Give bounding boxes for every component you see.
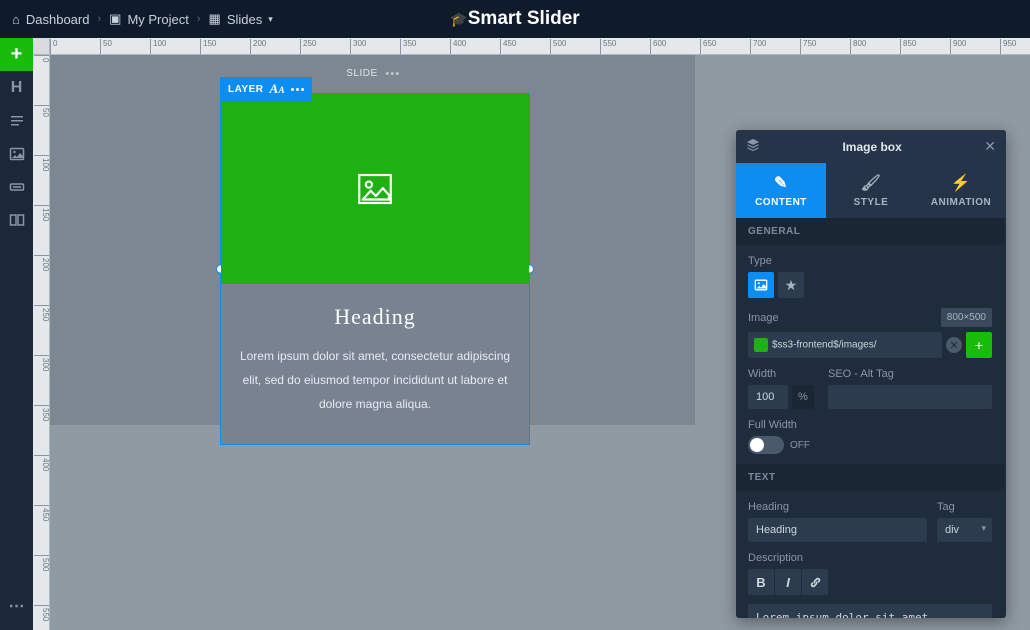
image-path-text: $ss3-frontend$/images/ <box>772 340 877 351</box>
tab-style-label: STYLE <box>854 197 889 208</box>
imagebox-description[interactable]: Lorem ipsum dolor sit amet, consectetur … <box>239 344 511 416</box>
grid-icon: ▦ <box>209 11 221 27</box>
tag-label: Tag <box>937 501 992 513</box>
bolt-icon: ⚡ <box>951 173 971 193</box>
section-general: Type ★ Image 800×500 $ss3-frontend$/imag… <box>736 245 1004 464</box>
logo: 🎓 Smart Slider <box>450 8 579 30</box>
type-label: Type <box>748 255 808 267</box>
tab-content-label: CONTENT <box>755 197 807 208</box>
link-button[interactable] <box>802 569 828 595</box>
image-icon: ▣ <box>109 11 121 27</box>
breadcrumb-dashboard-label: Dashboard <box>26 12 90 27</box>
ruler-corner <box>33 38 50 55</box>
panel-body[interactable]: GENERAL Type ★ Image 800×500 $ss3-fronte… <box>736 218 1006 618</box>
type-image-button[interactable] <box>748 272 774 298</box>
imagebox-image-area[interactable] <box>221 94 529 284</box>
close-icon[interactable]: ✕ <box>984 138 996 155</box>
breadcrumb-project-label: My Project <box>127 12 188 27</box>
link-icon <box>809 576 822 589</box>
text-lines-icon <box>9 113 25 129</box>
text-style-icon[interactable]: AA <box>269 81 285 97</box>
breadcrumb: ⌂ Dashboard › ▣ My Project › ▦ Slides ▾ <box>12 11 273 27</box>
graduation-cap-icon: 🎓 <box>450 11 467 28</box>
caret-down-icon: ▾ <box>268 14 273 25</box>
ruler-vertical: 050100150200250300350400450500550 <box>33 55 50 630</box>
tab-style[interactable]: 🖌 STYLE <box>826 163 916 218</box>
image-icon <box>754 278 768 292</box>
layer-tag[interactable]: LAYER AA <box>220 77 312 101</box>
tab-content[interactable]: ✎ CONTENT <box>736 163 826 218</box>
fullwidth-state: OFF <box>790 440 810 451</box>
pencil-icon: ✎ <box>774 173 788 193</box>
more-icon[interactable] <box>386 72 399 75</box>
text-tool[interactable] <box>0 104 33 137</box>
slide-canvas[interactable]: SLIDE LAYER AA Heading Lorem ipsum dolor… <box>50 55 695 425</box>
imagebox-heading[interactable]: Heading <box>239 304 511 330</box>
button-tool[interactable] <box>0 170 33 203</box>
breadcrumb-dashboard[interactable]: ⌂ Dashboard <box>12 12 89 27</box>
chevron-right-icon: › <box>97 13 101 25</box>
breadcrumb-slides-label: Slides <box>227 12 262 27</box>
section-general-head: GENERAL <box>736 218 1004 245</box>
slide-label-text: SLIDE <box>346 68 377 79</box>
topbar: ⌂ Dashboard › ▣ My Project › ▦ Slides ▾ … <box>0 0 1030 38</box>
home-icon: ⌂ <box>12 12 20 27</box>
bold-button[interactable]: B <box>748 569 774 595</box>
more-button[interactable]: ⋯ <box>0 589 33 622</box>
button-icon <box>9 179 25 195</box>
columns-icon <box>9 212 25 228</box>
italic-button[interactable]: I <box>775 569 801 595</box>
imagebox-text-area[interactable]: Heading Lorem ipsum dolor sit amet, cons… <box>221 284 529 444</box>
seo-label: SEO - Alt Tag <box>828 368 992 380</box>
fullwidth-toggle[interactable] <box>748 436 784 454</box>
image-placeholder-icon <box>354 168 396 210</box>
section-text: Heading Tag div ▾ Description B I <box>736 491 1004 618</box>
logo-text: Smart Slider <box>468 8 580 30</box>
layers-icon[interactable] <box>746 138 760 155</box>
heading-label: Heading <box>748 501 927 513</box>
heading-input[interactable] <box>748 518 927 542</box>
paint-icon: 🖌 <box>861 173 882 193</box>
clear-image-button[interactable]: ✕ <box>946 337 962 353</box>
seo-input[interactable] <box>828 385 992 409</box>
row-tool[interactable] <box>0 203 33 236</box>
heading-tool[interactable]: H <box>0 71 33 104</box>
image-dimensions: 800×500 <box>941 308 992 327</box>
color-swatch <box>754 338 768 352</box>
slide-label[interactable]: SLIDE <box>336 65 408 82</box>
imagebox-layer[interactable]: Heading Lorem ipsum dolor sit amet, cons… <box>220 93 530 445</box>
chevron-right-icon: › <box>197 13 201 25</box>
breadcrumb-slides[interactable]: ▦ Slides ▾ <box>209 11 273 27</box>
image-path-input[interactable]: $ss3-frontend$/images/ <box>748 332 942 358</box>
width-label: Width <box>748 368 818 380</box>
tab-animation-label: ANIMATION <box>931 197 991 208</box>
add-image-button[interactable]: + <box>966 332 992 358</box>
image-tool[interactable] <box>0 137 33 170</box>
section-text-head: TEXT <box>736 464 1004 491</box>
width-unit[interactable]: % <box>792 385 814 409</box>
breadcrumb-project[interactable]: ▣ My Project <box>109 11 189 27</box>
add-button[interactable]: + <box>0 38 33 71</box>
rte-toolbar: B I <box>748 569 992 595</box>
image-label: Image <box>748 312 779 324</box>
type-icon-button[interactable]: ★ <box>778 272 804 298</box>
description-label: Description <box>748 552 992 564</box>
panel-tabs: ✎ CONTENT 🖌 STYLE ⚡ ANIMATION <box>736 163 1006 218</box>
more-icon[interactable] <box>291 88 304 91</box>
ruler-horizontal: 0501001502002503003504004505005506006507… <box>33 38 1030 55</box>
panel-header[interactable]: Image box ✕ <box>736 130 1006 163</box>
inspector-panel[interactable]: Image box ✕ ✎ CONTENT 🖌 STYLE ⚡ ANIMATIO… <box>736 130 1006 618</box>
left-toolbar: + H ⋯ <box>0 38 33 630</box>
description-textarea[interactable]: Lorem ipsum dolor sit amet, consectetur … <box>748 604 992 618</box>
fullwidth-label: Full Width <box>748 419 992 431</box>
tag-select[interactable]: div <box>937 518 992 542</box>
width-input[interactable] <box>748 385 788 409</box>
panel-title: Image box <box>760 140 984 154</box>
layer-tag-text: LAYER <box>228 84 263 95</box>
tab-animation[interactable]: ⚡ ANIMATION <box>916 163 1006 218</box>
image-icon <box>9 146 25 162</box>
